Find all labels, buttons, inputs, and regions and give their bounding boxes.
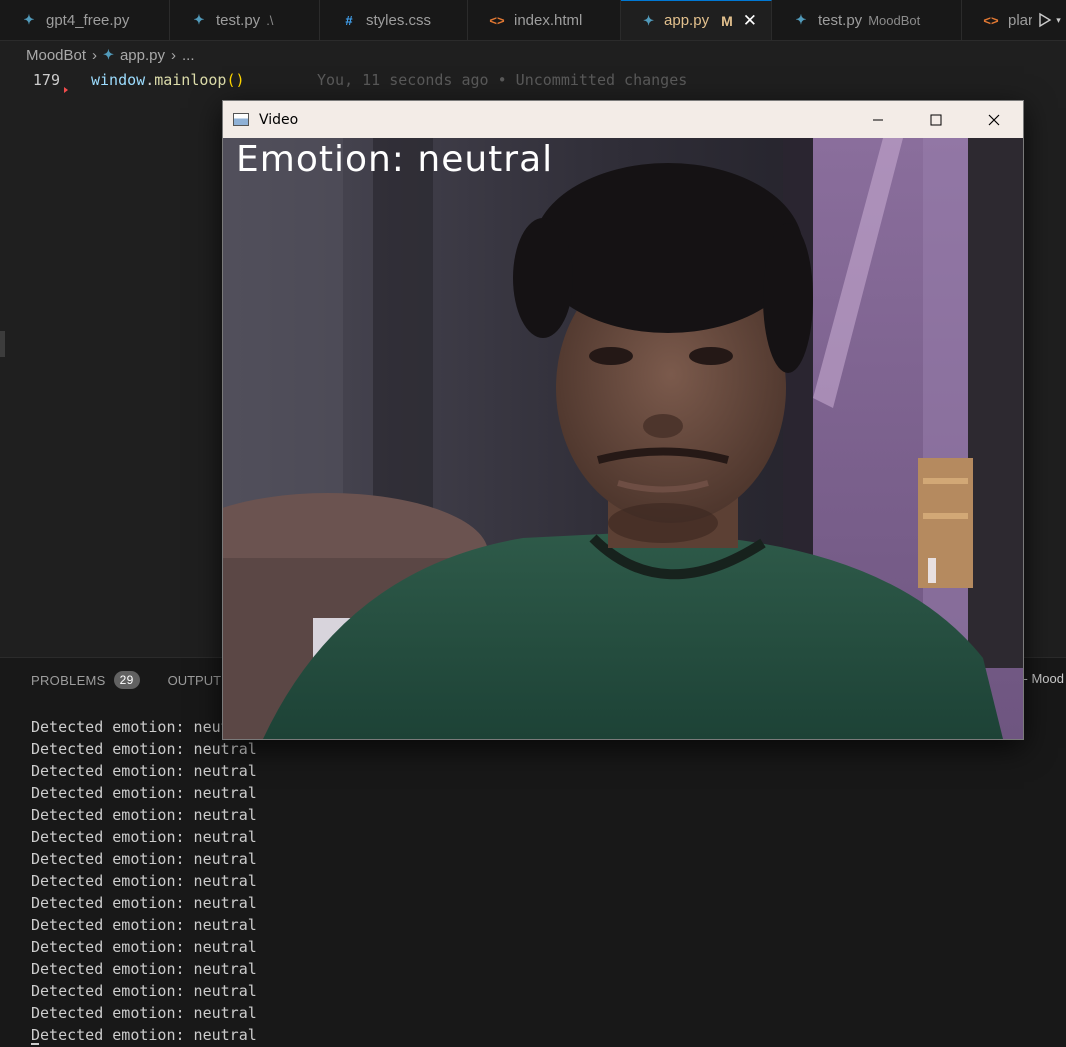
terminal-line: Detected emotion: neutral xyxy=(31,872,257,890)
code-method: mainloop xyxy=(154,71,227,89)
tab-label: gpt4_free.py xyxy=(46,11,130,29)
editor-tab-bar: ✦ gpt4_free.py ✦ test.py .\ # styles.css… xyxy=(0,0,1066,41)
tab-problems[interactable]: PROBLEMS 29 xyxy=(31,671,140,689)
minimize-button[interactable] xyxy=(849,101,907,138)
tab-test-py-root[interactable]: ✦ test.py .\ xyxy=(170,0,320,40)
output-label: OUTPUT xyxy=(167,672,222,688)
line-number: 179 xyxy=(32,71,60,89)
diff-marker xyxy=(64,87,68,93)
tab-description: .\ xyxy=(266,12,274,28)
webcam-image xyxy=(223,138,1023,739)
terminal-name[interactable]: - Mood xyxy=(1024,671,1064,686)
terminal-line: Detected emotion: neutral xyxy=(31,960,257,978)
python-file-icon: ✦ xyxy=(643,12,654,28)
css-file-icon: # xyxy=(345,12,353,28)
python-file-icon: ✦ xyxy=(23,12,35,27)
html-file-icon: <> xyxy=(489,12,505,28)
python-file-icon: ✦ xyxy=(103,47,114,62)
chevron-right-icon: › xyxy=(171,46,176,64)
tab-label: plar xyxy=(1008,11,1034,29)
python-file-icon: ✦ xyxy=(795,12,807,27)
minimize-icon xyxy=(873,119,883,120)
breadcrumb: MoodBot › ✦ app.py › ... xyxy=(0,41,1066,69)
code-parens: () xyxy=(226,71,245,89)
breadcrumb-folder[interactable]: MoodBot xyxy=(26,47,86,64)
tab-description: MoodBot xyxy=(868,12,921,28)
problems-count-badge: 29 xyxy=(113,671,140,689)
play-icon xyxy=(1039,12,1052,28)
maximize-icon xyxy=(930,114,942,125)
run-button[interactable]: ▾ xyxy=(1032,0,1066,40)
close-icon[interactable]: ✕ xyxy=(743,11,757,31)
html-file-icon: <> xyxy=(983,12,999,28)
tab-label: test.py xyxy=(216,11,261,29)
webcam-frame: Emotion: neutral xyxy=(223,138,1023,739)
python-file-icon: ✦ xyxy=(193,12,205,27)
video-window[interactable]: Video Emotion: neutral xyxy=(222,100,1024,740)
terminal-line: Detected emotion: neutral xyxy=(31,894,257,912)
tab-label: index.html xyxy=(514,11,583,29)
tab-label: app.py xyxy=(664,12,710,29)
breadcrumb-file[interactable]: app.py xyxy=(120,47,165,64)
terminal-line: Detected emotion: neutral xyxy=(31,1026,257,1044)
terminal-line: Detected emotion: neutral xyxy=(31,784,257,802)
tab-output[interactable]: OUTPUT xyxy=(168,673,221,688)
code-dot: . xyxy=(145,71,155,89)
tab-gpt4-free-py[interactable]: ✦ gpt4_free.py xyxy=(0,0,170,40)
scroll-indicator xyxy=(0,331,5,357)
close-window-button[interactable] xyxy=(965,101,1023,138)
maximize-button[interactable] xyxy=(907,101,965,138)
code-line[interactable]: 179 window.mainloop() You, 11 seconds ag… xyxy=(0,69,1066,93)
close-icon xyxy=(988,114,1000,125)
tab-test-py-moodbot[interactable]: ✦ test.py MoodBot xyxy=(772,0,962,40)
tab-label: styles.css xyxy=(366,11,432,29)
terminal-line: Detected emotion: neutral xyxy=(31,916,257,934)
tab-label: test.py xyxy=(818,11,863,29)
code-text[interactable]: window.mainloop() xyxy=(91,69,245,91)
terminal-line: Detected emotion: neutral xyxy=(31,938,257,956)
terminal-line: Detected emotion: neutral xyxy=(31,828,257,846)
window-titlebar[interactable]: Video xyxy=(223,101,1023,138)
breadcrumb-more[interactable]: ... xyxy=(182,47,195,64)
code-object: window xyxy=(91,71,146,89)
terminal-line: Detected emotion: neutral xyxy=(31,740,257,758)
tab-app-py[interactable]: ✦ app.py M ✕ xyxy=(621,0,772,40)
chevron-right-icon: › xyxy=(92,46,98,64)
git-blame-annotation: You, 11 seconds ago • Uncommitted change… xyxy=(317,71,688,89)
terminal-output[interactable]: Detected emotion: neutral Detected emotio… xyxy=(31,716,257,1046)
terminal-line: Detected emotion: neutral xyxy=(31,850,257,868)
window-title: Video xyxy=(259,111,299,128)
tab-index-html[interactable]: <> index.html xyxy=(468,0,621,40)
terminal-line: Detected emotion: neutral xyxy=(31,1004,257,1022)
problems-label: PROBLEMS xyxy=(31,672,106,688)
terminal-cursor xyxy=(31,1043,39,1045)
tab-styles-css[interactable]: # styles.css xyxy=(320,0,468,40)
modified-indicator: M xyxy=(721,12,733,29)
chevron-down-icon[interactable]: ▾ xyxy=(1056,15,1061,26)
window-app-icon xyxy=(233,113,249,126)
terminal-line: Detected emotion: neutral xyxy=(31,982,257,1000)
emotion-overlay-label: Emotion: neutral xyxy=(236,139,554,180)
terminal-line: Detected emotion: neutral xyxy=(31,762,257,780)
terminal-line: Detected emotion: neutral xyxy=(31,806,257,824)
